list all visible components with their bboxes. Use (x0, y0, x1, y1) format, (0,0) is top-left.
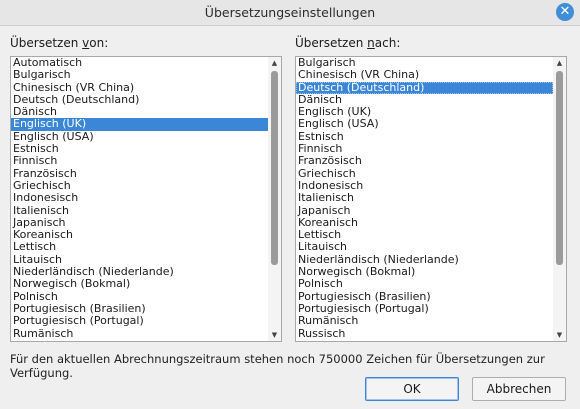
list-item[interactable]: Portugiesisch (Portugal) (11, 314, 268, 327)
cancel-button[interactable]: Abbrechen (472, 377, 566, 401)
list-item[interactable]: Rumänisch (11, 327, 268, 340)
scroll-thumb[interactable] (556, 71, 563, 265)
list-item[interactable]: Englisch (UK) (11, 118, 268, 131)
target-language-label: Übersetzen nach: (295, 36, 401, 50)
scroll-up-icon[interactable]: ▲ (553, 57, 566, 69)
target-language-items[interactable]: Bulgarisch Chinesisch (VR China) Deutsch (… (296, 57, 553, 341)
list-item[interactable]: Italienisch (296, 191, 553, 204)
target-list-scrollbar[interactable]: ▲ ▼ (553, 57, 566, 341)
source-language-items[interactable]: Automatisch Bulgarisch Chinesisch (VR Chin… (11, 57, 268, 341)
target-language-list[interactable]: Bulgarisch Chinesisch (VR China) Deutsch (… (295, 56, 567, 342)
source-language-label: Übersetzen von: (10, 36, 109, 50)
list-item[interactable]: Rumänisch (296, 314, 553, 327)
list-item[interactable]: Französisch (296, 155, 553, 168)
scroll-down-icon[interactable]: ▼ (268, 329, 281, 341)
character-quota-text: Für den aktuellen Abrechnungszeitraum st… (10, 352, 545, 380)
window-title: Übersetzungseinstellungen (204, 5, 376, 20)
list-item[interactable]: Indonesisch (11, 191, 268, 204)
scroll-up-icon[interactable]: ▲ (268, 57, 281, 69)
scroll-thumb[interactable] (271, 71, 278, 265)
scroll-down-icon[interactable]: ▼ (553, 329, 566, 341)
source-language-list[interactable]: Automatisch Bulgarisch Chinesisch (VR Chin… (10, 56, 282, 342)
ok-button[interactable]: OK (365, 377, 459, 401)
list-item[interactable]: Russisch (296, 327, 553, 340)
source-list-scrollbar[interactable]: ▲ ▼ (268, 57, 281, 341)
list-item[interactable]: Litauisch (296, 241, 553, 254)
list-item[interactable]: Finnisch (11, 155, 268, 168)
list-item[interactable]: Polnisch (296, 278, 553, 291)
list-item[interactable]: Chinesisch (VR China) (296, 68, 553, 81)
list-item[interactable]: Japanisch (296, 204, 553, 217)
close-icon[interactable]: ✕ (556, 3, 574, 21)
title-bar: Übersetzungseinstellungen ✕ (0, 0, 580, 26)
list-item[interactable]: Lettisch (11, 241, 268, 254)
list-item[interactable]: Italienisch (11, 204, 268, 217)
list-item[interactable]: Norwegisch (Bokmal) (11, 278, 268, 291)
list-item[interactable]: Englisch (USA) (296, 118, 553, 131)
list-item[interactable]: Bulgarisch (11, 68, 268, 81)
